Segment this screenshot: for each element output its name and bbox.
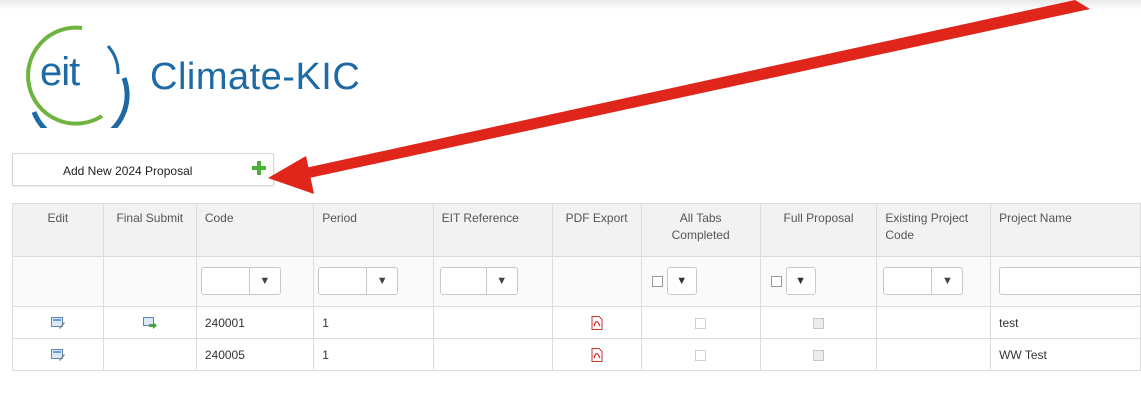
filter-cell-period: ▼ bbox=[313, 256, 434, 307]
eit-reference-filter: ▼ bbox=[439, 267, 518, 295]
period-filter-funnel-icon[interactable]: ▼ bbox=[366, 268, 397, 294]
full-proposal-checkbox bbox=[813, 349, 824, 361]
filter-cell-existing-project-code: ▼ bbox=[876, 256, 992, 307]
period-filter: ▼ bbox=[318, 267, 399, 295]
full-proposal-cell bbox=[759, 306, 878, 339]
column-header-edit[interactable]: Edit bbox=[12, 203, 104, 257]
pdf-export-cell bbox=[551, 338, 642, 371]
edit-icon[interactable] bbox=[50, 349, 65, 362]
existing-project-code-filter-input[interactable] bbox=[884, 268, 935, 294]
eit-reference-filter-input[interactable] bbox=[440, 268, 489, 294]
code-filter: ▼ bbox=[200, 267, 281, 295]
edit-icon[interactable] bbox=[50, 317, 65, 330]
eit-reference-cell bbox=[432, 306, 553, 339]
filter-cell-final-submit bbox=[102, 256, 197, 307]
project-name-cell: test bbox=[990, 306, 1141, 339]
column-header-full-proposal[interactable]: Full Proposal bbox=[759, 203, 878, 257]
project-name-filter-input[interactable] bbox=[999, 267, 1140, 295]
code-cell: 240001 bbox=[195, 306, 315, 339]
pdf-icon[interactable] bbox=[591, 315, 603, 330]
filter-cell-eit-reference: ▼ bbox=[432, 256, 553, 307]
plus-icon bbox=[252, 161, 266, 175]
climate-kic-logo: eit Climate-KIC bbox=[4, 18, 404, 128]
existing-project-code-filter-funnel-icon[interactable]: ▼ bbox=[931, 268, 962, 294]
filter-cell-all-tabs-completed: ▼ bbox=[640, 256, 761, 307]
all-tabs-completed-checkbox bbox=[695, 349, 707, 361]
all-tabs-completed-cell bbox=[640, 306, 761, 339]
all-tabs-completed-filter-checkbox[interactable] bbox=[651, 275, 663, 287]
filter-cell-code: ▼ bbox=[195, 256, 315, 307]
full-proposal-cell bbox=[759, 338, 878, 371]
column-header-project-name[interactable]: Project Name bbox=[990, 203, 1141, 257]
column-header-pdf-export[interactable]: PDF Export bbox=[551, 203, 642, 257]
project-name-cell: WW Test bbox=[990, 338, 1141, 371]
column-header-eit-reference[interactable]: EIT Reference bbox=[432, 203, 553, 257]
code-filter-input[interactable] bbox=[201, 268, 252, 294]
filter-cell-full-proposal: ▼ bbox=[759, 256, 878, 307]
existing-project-code-cell bbox=[876, 306, 992, 339]
code-cell: 240005 bbox=[195, 338, 315, 371]
column-header-existing-project-code[interactable]: Existing Project Code bbox=[876, 203, 992, 257]
full-proposal-filter-checkbox[interactable] bbox=[770, 275, 782, 287]
existing-project-code-cell bbox=[876, 338, 992, 371]
all-tabs-completed-cell bbox=[640, 338, 761, 371]
proposals-grid: Edit Final Submit Code Period EIT Refere… bbox=[12, 203, 1141, 371]
grid-filter-row: ▼ ▼ ▼ ▼ ▼ ▼ bbox=[12, 256, 1141, 307]
existing-project-code-filter: ▼ bbox=[883, 267, 964, 295]
all-tabs-completed-filter-funnel-icon[interactable]: ▼ bbox=[666, 267, 697, 295]
logo-name-text: Climate-KIC bbox=[150, 56, 361, 98]
table-row[interactable]: 240001 1 test bbox=[12, 306, 1141, 339]
top-shadow bbox=[0, 0, 1141, 10]
grid-header-row: Edit Final Submit Code Period EIT Refere… bbox=[12, 203, 1141, 257]
pdf-export-cell bbox=[551, 306, 642, 339]
final-submit-cell bbox=[102, 306, 197, 339]
all-tabs-completed-filter: ▼ bbox=[651, 267, 697, 295]
logo-eit-text: eit bbox=[40, 50, 80, 94]
period-cell: 1 bbox=[313, 338, 434, 371]
final-submit-cell bbox=[102, 338, 197, 371]
column-header-period[interactable]: Period bbox=[313, 203, 434, 257]
table-row[interactable]: 240005 1 WW Test bbox=[12, 338, 1141, 371]
edit-cell bbox=[12, 306, 104, 339]
column-header-code[interactable]: Code bbox=[195, 203, 315, 257]
full-proposal-filter: ▼ bbox=[770, 267, 816, 295]
period-filter-input[interactable] bbox=[319, 268, 370, 294]
all-tabs-completed-checkbox bbox=[695, 317, 707, 329]
column-header-all-tabs-completed[interactable]: All Tabs Completed bbox=[640, 203, 761, 257]
full-proposal-filter-funnel-icon[interactable]: ▼ bbox=[785, 267, 816, 295]
edit-cell bbox=[12, 338, 104, 371]
period-cell: 1 bbox=[313, 306, 434, 339]
full-proposal-checkbox bbox=[813, 317, 824, 329]
add-new-proposal-button[interactable]: Add New 2024 Proposal bbox=[12, 153, 274, 186]
submit-arrow-icon[interactable] bbox=[142, 317, 157, 330]
filter-cell-pdf-export bbox=[551, 256, 642, 307]
eit-reference-cell bbox=[432, 338, 553, 371]
eit-reference-filter-funnel-icon[interactable]: ▼ bbox=[485, 268, 517, 294]
filter-cell-edit bbox=[12, 256, 104, 307]
column-header-final-submit[interactable]: Final Submit bbox=[102, 203, 197, 257]
filter-cell-project-name bbox=[990, 256, 1141, 307]
pdf-icon[interactable] bbox=[591, 347, 603, 362]
code-filter-funnel-icon[interactable]: ▼ bbox=[248, 268, 280, 294]
add-new-proposal-label: Add New 2024 Proposal bbox=[63, 164, 193, 178]
